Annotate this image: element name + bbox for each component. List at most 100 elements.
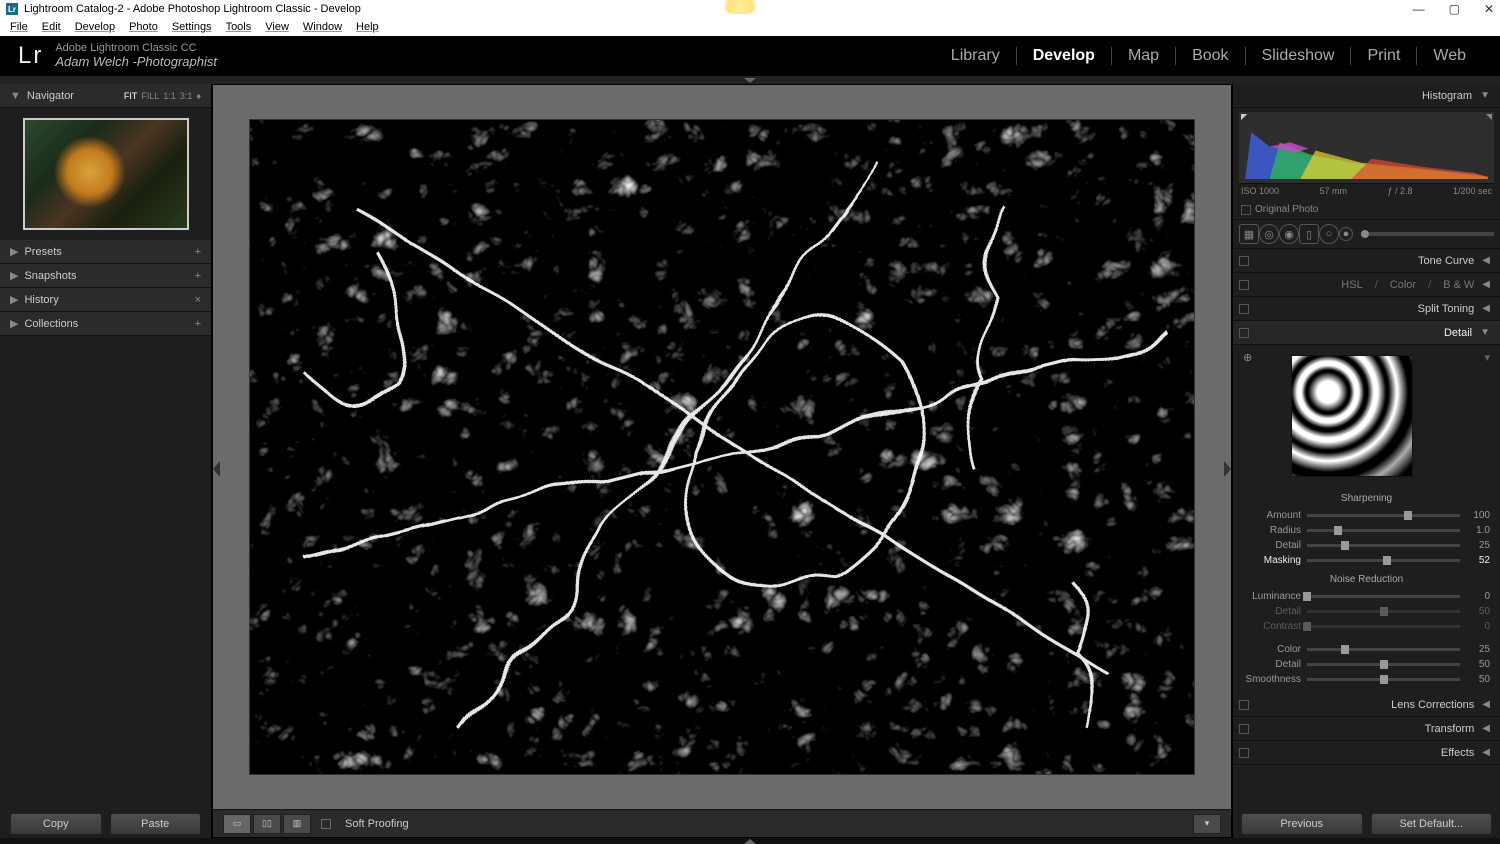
color-tab[interactable]: Color bbox=[1390, 279, 1416, 291]
left-expander[interactable] bbox=[213, 461, 220, 477]
detail-header[interactable]: Detail▼ bbox=[1233, 321, 1500, 345]
spot-tool-icon[interactable]: ◎ bbox=[1259, 224, 1279, 244]
navigator-header[interactable]: ▼ Navigator FIT FILL 1:1 3:1 ♦ bbox=[0, 84, 211, 108]
menu-photo[interactable]: Photo bbox=[129, 21, 158, 33]
panel-switch[interactable] bbox=[1239, 256, 1249, 266]
menu-settings[interactable]: Settings bbox=[172, 21, 212, 33]
module-develop[interactable]: Develop bbox=[1017, 47, 1112, 65]
module-book[interactable]: Book bbox=[1176, 47, 1245, 65]
top-expander[interactable] bbox=[0, 76, 1500, 84]
snapshots-add[interactable]: + bbox=[195, 270, 201, 282]
nav-1to1[interactable]: 1:1 bbox=[163, 91, 176, 101]
history-clear[interactable]: × bbox=[195, 294, 201, 306]
previous-button[interactable]: Previous bbox=[1241, 813, 1363, 835]
slider-track[interactable] bbox=[1307, 648, 1460, 651]
main-image-canvas[interactable] bbox=[249, 119, 1195, 775]
tonecurve-header[interactable]: Tone Curve◀ bbox=[1233, 249, 1500, 273]
collections-add[interactable]: + bbox=[195, 318, 201, 330]
slider-value[interactable]: 1.0 bbox=[1466, 525, 1490, 536]
slider-value[interactable]: 50 bbox=[1466, 659, 1490, 670]
effects-header[interactable]: Effects◀ bbox=[1233, 741, 1500, 765]
histogram-graph[interactable] bbox=[1239, 112, 1494, 184]
slider-track[interactable] bbox=[1307, 544, 1460, 547]
slider-track[interactable] bbox=[1307, 625, 1460, 628]
grad-tool-icon[interactable]: ▯ bbox=[1299, 224, 1319, 244]
histogram-header[interactable]: Histogram▼ bbox=[1233, 84, 1500, 108]
menu-edit[interactable]: Edit bbox=[42, 21, 61, 33]
collections-header[interactable]: ▶Collections+ bbox=[0, 312, 211, 336]
radial-tool-icon[interactable]: ○ bbox=[1319, 224, 1339, 244]
slider-value[interactable]: 50 bbox=[1466, 674, 1490, 685]
slider-value[interactable]: 100 bbox=[1466, 510, 1490, 521]
slider-track[interactable] bbox=[1307, 529, 1460, 532]
nav-fill[interactable]: FILL bbox=[141, 91, 159, 101]
close-button[interactable]: ✕ bbox=[1484, 2, 1494, 16]
slider-value[interactable]: 52 bbox=[1466, 555, 1490, 566]
copy-button[interactable]: Copy bbox=[10, 813, 102, 835]
loupe-view-button[interactable]: ▭ bbox=[223, 814, 251, 834]
panel-switch[interactable] bbox=[1239, 304, 1249, 314]
hsl-tab[interactable]: HSL bbox=[1341, 279, 1362, 291]
detail-100pct-preview[interactable] bbox=[1291, 355, 1413, 477]
brush-tool-icon[interactable]: ● bbox=[1339, 227, 1353, 241]
slider-track[interactable] bbox=[1307, 595, 1460, 598]
splittoning-header[interactable]: Split Toning◀ bbox=[1233, 297, 1500, 321]
module-slideshow[interactable]: Slideshow bbox=[1246, 47, 1352, 65]
crop-tool-icon[interactable]: ▦ bbox=[1239, 224, 1259, 244]
panel-switch[interactable] bbox=[1239, 748, 1249, 758]
bw-tab[interactable]: B & W bbox=[1443, 279, 1474, 291]
history-header[interactable]: ▶History× bbox=[0, 288, 211, 312]
panel-switch[interactable] bbox=[1239, 700, 1249, 710]
menu-bar[interactable]: File Edit Develop Photo Settings Tools V… bbox=[0, 18, 1500, 36]
menu-develop[interactable]: Develop bbox=[75, 21, 115, 33]
transform-header[interactable]: Transform◀ bbox=[1233, 717, 1500, 741]
module-web[interactable]: Web bbox=[1417, 47, 1482, 65]
before-after-split-button[interactable]: ▥ bbox=[283, 814, 311, 834]
toolbar-menu[interactable]: ▾ bbox=[1193, 814, 1221, 834]
slider-value[interactable]: 25 bbox=[1466, 540, 1490, 551]
detail-target-icon[interactable]: ⊕ bbox=[1243, 351, 1252, 364]
right-expander[interactable] bbox=[1224, 461, 1231, 477]
menu-help[interactable]: Help bbox=[356, 21, 379, 33]
nav-3to1[interactable]: 3:1 bbox=[180, 91, 193, 101]
slider-value[interactable]: 25 bbox=[1466, 644, 1490, 655]
slider-value[interactable]: 0 bbox=[1466, 591, 1490, 602]
lenscorr-header[interactable]: Lens Corrections◀ bbox=[1233, 693, 1500, 717]
nav-opts-menu[interactable]: ♦ bbox=[196, 91, 201, 101]
original-photo-row[interactable]: Original Photo bbox=[1233, 200, 1500, 219]
preview-thumbnail[interactable] bbox=[23, 118, 189, 230]
navigator-preview[interactable] bbox=[0, 108, 211, 240]
presets-header[interactable]: ▶Presets+ bbox=[0, 240, 211, 264]
nav-fit[interactable]: FIT bbox=[124, 91, 138, 101]
detail-expand-icon[interactable]: ▾ bbox=[1484, 351, 1490, 364]
presets-add[interactable]: + bbox=[195, 246, 201, 258]
minimize-button[interactable]: — bbox=[1413, 2, 1425, 16]
soft-proof-checkbox[interactable] bbox=[321, 819, 331, 829]
slider-value[interactable]: 0 bbox=[1466, 621, 1490, 632]
module-print[interactable]: Print bbox=[1351, 47, 1417, 65]
paste-button[interactable]: Paste bbox=[110, 813, 202, 835]
redeye-tool-icon[interactable]: ◉ bbox=[1279, 224, 1299, 244]
before-after-lr-button[interactable]: ▯▯ bbox=[253, 814, 281, 834]
menu-window[interactable]: Window bbox=[303, 21, 342, 33]
reset-button[interactable]: Set Default... bbox=[1371, 813, 1493, 835]
slider-track[interactable] bbox=[1307, 514, 1460, 517]
slider-value[interactable]: 50 bbox=[1466, 606, 1490, 617]
menu-view[interactable]: View bbox=[265, 21, 289, 33]
module-map[interactable]: Map bbox=[1112, 47, 1176, 65]
panel-switch[interactable] bbox=[1239, 280, 1249, 290]
menu-file[interactable]: File bbox=[10, 21, 28, 33]
slider-track[interactable] bbox=[1307, 663, 1460, 666]
slider-track[interactable] bbox=[1307, 678, 1460, 681]
hsl-header[interactable]: HSL/ Color/ B & W◀ bbox=[1233, 273, 1500, 297]
panel-switch[interactable] bbox=[1239, 724, 1249, 734]
menu-tools[interactable]: Tools bbox=[226, 21, 252, 33]
snapshots-header[interactable]: ▶Snapshots+ bbox=[0, 264, 211, 288]
filmstrip-expander[interactable] bbox=[0, 838, 1500, 844]
slider-track[interactable] bbox=[1307, 610, 1460, 613]
panel-switch[interactable] bbox=[1239, 328, 1249, 338]
brush-size-slider[interactable] bbox=[1361, 232, 1494, 236]
maximize-button[interactable]: ▢ bbox=[1449, 2, 1460, 16]
slider-track[interactable] bbox=[1307, 559, 1460, 562]
module-library[interactable]: Library bbox=[935, 47, 1017, 65]
